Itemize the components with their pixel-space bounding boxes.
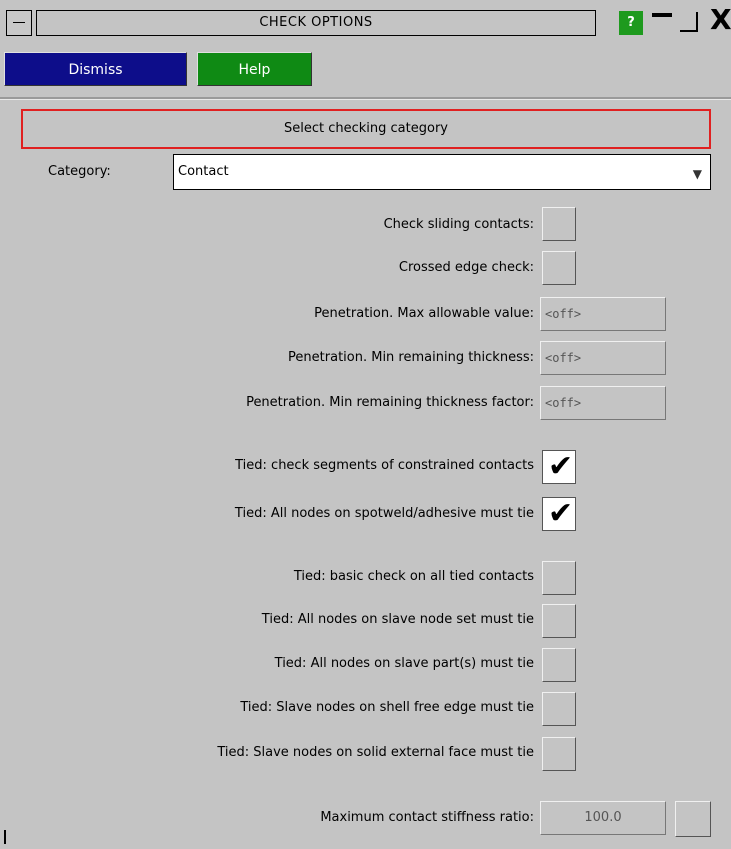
tied-slave-parts-checkbox[interactable]: [542, 648, 576, 682]
close-icon[interactable]: X: [710, 6, 731, 34]
title-bar: CHECK OPTIONS ? X: [0, 0, 731, 40]
stiffness-label: Maximum contact stiffness ratio:: [320, 810, 534, 825]
section-header: Select checking category: [21, 109, 711, 149]
tied-constrained-checkbox[interactable]: ✔: [542, 450, 576, 484]
minimize-icon[interactable]: [652, 13, 672, 17]
stiffness-toggle-button[interactable]: [675, 801, 711, 837]
sliding-contacts-label: Check sliding contacts:: [383, 217, 534, 232]
left-edge-mark: [4, 830, 6, 844]
tied-solid-face-checkbox[interactable]: [542, 737, 576, 771]
pen-min-input[interactable]: <off>: [540, 341, 666, 375]
pen-min-label: Penetration. Min remaining thickness:: [288, 350, 534, 365]
tied-shell-edge-label: Tied: Slave nodes on shell free edge mus…: [240, 700, 534, 715]
tied-solid-face-label: Tied: Slave nodes on solid external face…: [217, 745, 534, 760]
tied-spotweld-label: Tied: All nodes on spotweld/adhesive mus…: [234, 506, 534, 521]
crossed-edge-label: Crossed edge check:: [398, 260, 534, 275]
pen-max-input[interactable]: <off>: [540, 297, 666, 331]
crossed-edge-checkbox[interactable]: [542, 251, 576, 285]
check-icon: ✔: [548, 449, 574, 484]
tied-shell-edge-checkbox[interactable]: [542, 692, 576, 726]
tied-slave-set-checkbox[interactable]: [542, 604, 576, 638]
stiffness-input[interactable]: 100.0: [540, 801, 666, 835]
tied-slave-parts-label: Tied: All nodes on slave part(s) must ti…: [274, 656, 534, 671]
window-title: CHECK OPTIONS: [36, 10, 596, 36]
help-button[interactable]: Help: [197, 52, 312, 86]
sliding-contacts-checkbox[interactable]: [542, 207, 576, 241]
check-icon: ✔: [548, 496, 574, 531]
category-label: Category:: [48, 164, 111, 179]
tied-constrained-label: Tied: check segments of constrained cont…: [235, 458, 534, 473]
check-options-window: CHECK OPTIONS ? X Dismiss Help Select ch…: [0, 0, 731, 849]
help-icon[interactable]: ?: [619, 11, 643, 35]
tied-basic-label: Tied: basic check on all tied contacts: [293, 569, 534, 584]
category-value: Contact: [178, 164, 229, 179]
tied-slave-set-label: Tied: All nodes on slave node set must t…: [261, 612, 534, 627]
tied-spotweld-checkbox[interactable]: ✔: [542, 497, 576, 531]
separator: [0, 97, 731, 100]
maximize-icon[interactable]: [680, 12, 698, 32]
dropdown-arrow-icon: ▼: [692, 167, 702, 181]
window-menu-icon[interactable]: [6, 10, 32, 36]
category-dropdown[interactable]: Contact ▼: [173, 154, 711, 190]
dismiss-button[interactable]: Dismiss: [4, 52, 187, 86]
pen-factor-label: Penetration. Min remaining thickness fac…: [246, 395, 534, 410]
pen-factor-input[interactable]: <off>: [540, 386, 666, 420]
tied-basic-checkbox[interactable]: [542, 561, 576, 595]
pen-max-label: Penetration. Max allowable value:: [314, 306, 534, 321]
